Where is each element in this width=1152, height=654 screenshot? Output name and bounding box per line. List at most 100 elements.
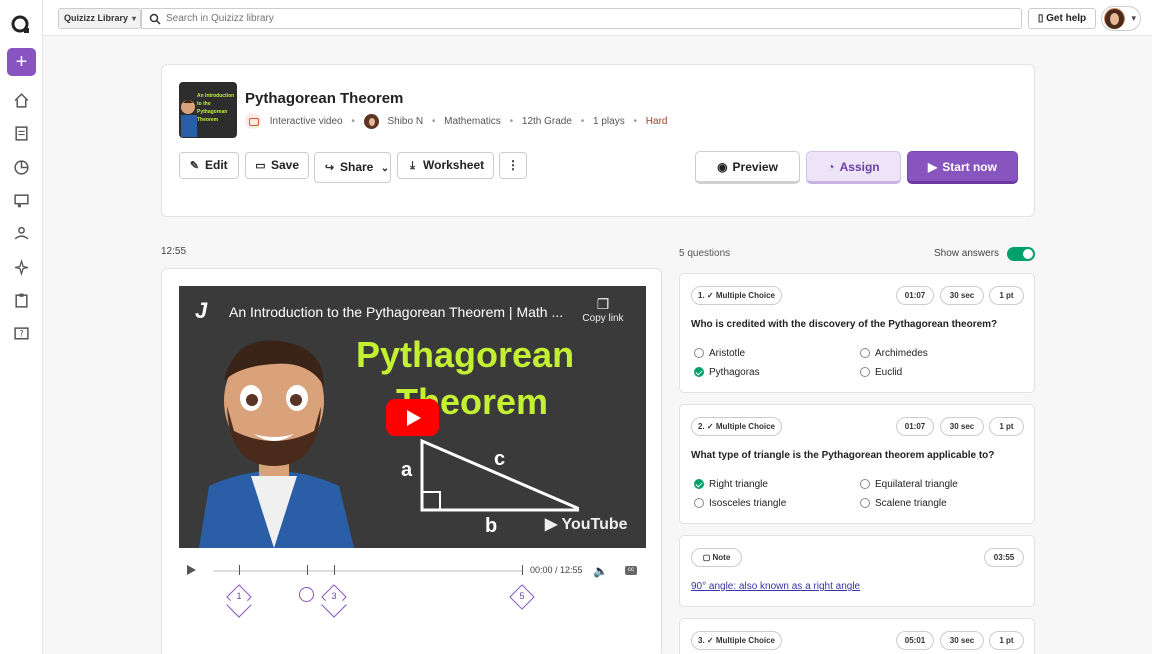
question-marker-1-label: 1 xyxy=(236,591,242,601)
question-time-pill[interactable]: 01:07 xyxy=(896,417,934,436)
question-time-pill[interactable]: 01:07 xyxy=(896,286,934,305)
note-text-link[interactable]: 90° angle: also known as a right angle xyxy=(691,581,860,592)
thumbnail-avatar-image xyxy=(181,100,197,137)
question-duration-pill[interactable]: 30 sec xyxy=(940,286,984,305)
search-input[interactable] xyxy=(166,11,1006,26)
triangle-label-b: b xyxy=(485,515,498,537)
subject: Mathematics xyxy=(444,115,501,127)
home-icon[interactable] xyxy=(13,92,30,109)
start-now-button[interactable]: ▶ Start now xyxy=(907,151,1018,184)
search-icon xyxy=(149,13,161,25)
answer-option: Archimedes xyxy=(857,348,928,359)
note-icon: ▢ xyxy=(702,553,711,562)
more-options-button[interactable]: ⋮ xyxy=(499,152,527,179)
difficulty-badge: Hard xyxy=(645,115,668,127)
question-points-pill[interactable]: 1 pt xyxy=(989,631,1024,650)
question-text: Who is credited with the discovery of th… xyxy=(691,319,998,330)
resource-type: Interactive video xyxy=(269,115,343,127)
question-card[interactable]: 2. ✓ Multiple Choice 01:07 30 sec 1 pt W… xyxy=(679,404,1035,524)
question-tick[interactable] xyxy=(239,565,240,575)
answer-option: Euclid xyxy=(857,367,902,378)
create-button[interactable]: + xyxy=(7,48,36,76)
page-title: Pythagorean Theorem xyxy=(245,90,404,107)
presenter-illustration xyxy=(199,340,354,548)
author-name[interactable]: Shibo N xyxy=(387,116,423,127)
save-button[interactable]: ▭ Save xyxy=(245,152,309,179)
question-card[interactable]: 1. ✓ Multiple Choice 01:07 30 sec 1 pt W… xyxy=(679,273,1035,393)
chevron-down-icon: ▾ xyxy=(131,14,136,23)
save-label: Save xyxy=(271,158,300,172)
preview-button[interactable]: ◉ Preview xyxy=(695,151,800,184)
radio-icon xyxy=(860,479,870,489)
question-tick[interactable] xyxy=(522,565,523,575)
video-controls: 00:00 / 12:55 🔈 cc xyxy=(179,563,646,579)
share-button[interactable]: ↪ Share ⌄ xyxy=(314,152,391,183)
worksheet-button[interactable]: ⤓ Worksheet xyxy=(397,152,494,179)
chevron-down-icon: ▾ xyxy=(1131,13,1136,23)
question-points-pill[interactable]: 1 pt xyxy=(989,286,1024,305)
video-thumbnail[interactable]: An Introduction to the Pythagorean Theor… xyxy=(179,82,237,138)
question-time-pill[interactable]: 05:01 xyxy=(896,631,934,650)
download-icon: ⤓ xyxy=(410,160,415,172)
video-player[interactable]: J An Introduction to the Pythagorean The… xyxy=(179,286,646,548)
youtube-play-button[interactable] xyxy=(386,399,439,436)
clipboard-icon[interactable] xyxy=(13,292,30,309)
radio-icon xyxy=(860,367,870,377)
edit-button[interactable]: ✎ Edit xyxy=(179,152,239,179)
question-tick[interactable] xyxy=(334,565,335,575)
video-title[interactable]: An Introduction to the Pythagorean Theor… xyxy=(229,304,563,320)
question-marker-5-label: 5 xyxy=(519,591,525,601)
preview-label: Preview xyxy=(732,160,778,174)
radio-icon xyxy=(694,498,704,508)
ai-sparkle-icon[interactable] xyxy=(13,259,30,276)
note-time-pill[interactable]: 03:55 xyxy=(984,548,1024,567)
library-select[interactable]: Quizizz Library ▾ xyxy=(58,8,141,29)
chevron-down-icon: ⌄ xyxy=(380,163,390,174)
library-icon[interactable] xyxy=(13,125,30,142)
answer-option: Aristotle xyxy=(691,348,745,359)
radio-icon xyxy=(860,348,870,358)
reports-icon[interactable] xyxy=(13,159,30,176)
folder-icon: ▭ xyxy=(255,160,266,172)
more-vertical-icon: ⋮ xyxy=(507,158,519,172)
radio-icon xyxy=(860,498,870,508)
accommodations-icon[interactable] xyxy=(13,225,30,242)
copy-link-button[interactable]: ❐ Copy link xyxy=(580,296,626,324)
search-bar[interactable] xyxy=(141,8,1022,29)
classes-icon[interactable] xyxy=(13,192,30,209)
share-label: Share xyxy=(340,160,374,174)
question-card[interactable]: 3. ✓ Multiple Choice 05:01 30 sec 1 pt xyxy=(679,618,1035,654)
note-card[interactable]: ▢ Note 03:55 90° angle: also known as a … xyxy=(679,535,1035,607)
triangle-label-c: c xyxy=(494,448,506,470)
question-type-pill: 3. ✓ Multiple Choice xyxy=(691,631,782,650)
question-duration-pill[interactable]: 30 sec xyxy=(940,417,984,436)
worksheet-label: Worksheet xyxy=(423,158,485,172)
help-chat-icon[interactable]: ? xyxy=(13,326,30,343)
captions-icon[interactable]: cc xyxy=(625,566,637,575)
note-pill: ▢ Note xyxy=(691,548,742,567)
get-help-button[interactable]: ▯ Get help xyxy=(1028,8,1096,29)
play-icon[interactable] xyxy=(187,565,196,575)
clock-icon: ◔ xyxy=(827,160,835,174)
copy-icon: ❐ xyxy=(596,296,610,312)
top-bar: Quizizz Library ▾ ▯ Get help ▾ xyxy=(43,0,1152,36)
eye-icon: ◉ xyxy=(717,160,728,174)
play-icon: ▶ xyxy=(928,160,938,174)
edit-pencil-icon: ✎ xyxy=(189,160,200,172)
profile-menu[interactable]: ▾ xyxy=(1101,6,1141,31)
question-points-pill[interactable]: 1 pt xyxy=(989,417,1024,436)
resource-header: An Introduction to the Pythagorean Theor… xyxy=(161,64,1035,217)
seek-bar[interactable] xyxy=(213,570,523,572)
volume-icon[interactable]: 🔈 xyxy=(593,564,608,578)
note-marker[interactable] xyxy=(299,587,314,602)
plays-count: 1 plays xyxy=(593,115,625,127)
note-tick[interactable] xyxy=(307,565,308,575)
channel-logo-icon[interactable]: J xyxy=(195,298,207,324)
show-answers-toggle[interactable] xyxy=(1007,247,1035,261)
left-rail: + ? xyxy=(0,0,43,654)
assign-button[interactable]: ◔ Assign xyxy=(806,151,901,184)
author-avatar xyxy=(363,113,379,129)
quizizz-logo-icon[interactable] xyxy=(11,15,31,35)
question-duration-pill[interactable]: 30 sec xyxy=(940,631,984,650)
video-icon xyxy=(245,113,261,129)
